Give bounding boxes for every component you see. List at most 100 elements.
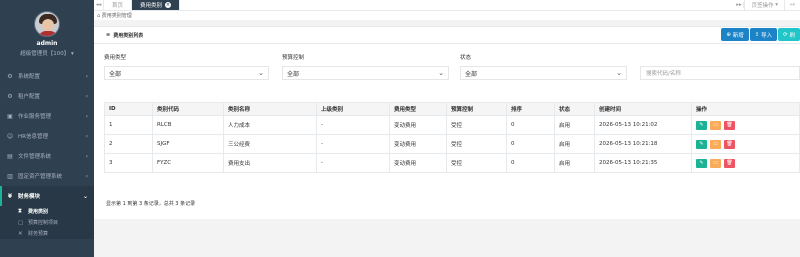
delete-button[interactable]: 🗑 [724,120,735,130]
col-sort[interactable]: 排序 [506,102,555,116]
sidebar-subitem-budget-control[interactable]: ▢ 预算控制项目 [0,217,94,228]
sidebar-subitem-financial-budget[interactable]: ✕ 财务预算 [0,228,94,239]
col-status[interactable]: 状态 [554,102,595,116]
add-button[interactable]: ⊕ 新增 [721,28,749,41]
page-ops-dropdown[interactable]: 页签操作 ▾ [744,0,784,10]
scissors-icon: ✕ [18,230,23,237]
gear-icon: ⚙ [7,72,13,80]
chevron-down-icon: ⌄ [258,69,264,77]
delete-button[interactable]: 🗑 [724,139,735,149]
expense-type-select[interactable]: 全部 ⌄ [104,66,269,80]
col-name[interactable]: 类别名称 [223,102,317,116]
list-panel: ≡ 费用类别列表 ⊕ 新增 ⇪ 导入 ⟳ 刷 费用类型 全部 ⌄ 预算控制 全部 ⌄… [94,26,800,219]
hourglass-icon: ⧗ [18,208,22,214]
lock-icon: ▭ [713,160,718,166]
trash-icon: 🗑 [726,160,733,166]
table-row: 3 FYZC 费用支出 - 变动费用 受控 0 启用 2026-05-13 10… [104,153,800,173]
cell-actions: ✎ ▭ 🗑 [691,134,800,154]
cell-id: 3 [104,153,153,173]
user-role[interactable]: 超级管理员【100】 ▾ [0,49,94,57]
expense-category-table: ID 类别代码 类别名称 上级类别 费用类型 预算控制 排序 状态 创建时间 操… [104,102,800,173]
col-code[interactable]: 类别代码 [152,102,224,116]
sidebar-item-hr[interactable]: ☺ HR信息管理 ‹ [0,126,94,146]
cell-expense-type: 变动费用 [389,115,447,135]
chevron-down-icon: ⌄ [82,192,88,200]
sidebar-item-tenant-config[interactable]: ⚙ 租户配置 ‹ [0,86,94,106]
table-row: 1 RLCB 人力成本 - 变动费用 受控 0 启用 2026-05-13 10… [104,115,800,135]
edit-button[interactable]: ✎ [696,120,707,130]
col-created[interactable]: 创建时间 [594,102,692,116]
delete-button[interactable]: 🗑 [724,158,735,168]
panel-title: 费用类别列表 [113,32,144,39]
toggle-button[interactable]: ▭ [710,158,721,168]
cell-code: FYZC [152,153,224,173]
tab-home[interactable]: 首页 [104,0,133,10]
cell-budget-control: 受控 [446,134,507,154]
user-name[interactable]: admin [0,40,94,47]
user-profile: admin 超级管理员【100】 ▾ [0,0,94,66]
pagination-summary: 显示第 1 到第 3 条记录，总共 3 条记录 [106,201,196,207]
breadcrumb: ⌂ 费用类别管理 [94,11,800,20]
import-button[interactable]: ⇪ 导入 [749,28,778,41]
cell-actions: ✎ ▭ 🗑 [691,115,800,135]
chevron-left-icon: ‹ [85,72,88,80]
cell-actions: ✎ ▭ 🗑 [691,153,800,173]
tab-expense-category[interactable]: 费用类别 × [132,0,181,10]
trash-icon: 🗑 [726,122,733,128]
cell-name: 三公经费 [223,134,317,154]
expense-type-label: 费用类型 [104,55,127,61]
chevron-down-icon: ⌄ [616,69,622,77]
close-icon[interactable]: × [165,2,172,8]
chevron-left-icon: ‹ [85,132,88,140]
cell-sort: 0 [506,153,555,173]
gear-icon: ⚙ [7,92,13,100]
forward-icon[interactable]: ↦ [784,0,800,10]
cell-budget-control: 受控 [446,115,507,135]
chevron-left-icon: ‹ [85,152,88,160]
finance-submenu: ⧗ 费用类别 ▢ 预算控制项目 ✕ 财务预算 [0,206,94,239]
search-input[interactable]: 搜索代码/名称 [640,66,800,80]
col-expense-type[interactable]: 费用类型 [389,102,447,116]
chevron-left-icon: ‹ [85,112,88,120]
cell-created: 2026-05-13 10:21:35 [594,153,692,173]
tab-scroll-left-button[interactable]: ◂◂ [94,0,104,10]
sidebar-item-system-config[interactable]: ⚙ 系统配置 ‹ [0,66,94,86]
table-header-row: ID 类别代码 类别名称 上级类别 费用类型 预算控制 排序 状态 创建时间 操… [104,102,800,116]
cell-code: RLCB [152,115,224,135]
cell-parent: - [316,134,390,154]
panel-actions: ⊕ 新增 ⇪ 导入 ⟳ 刷 [721,28,800,41]
sidebar-item-fixed-assets[interactable]: ▥ 固定资产管理系统 ‹ [0,166,94,186]
cell-id: 2 [104,134,153,154]
edit-button[interactable]: ✎ [696,158,707,168]
status-select[interactable]: 全部 ⌄ [460,66,627,80]
folder-icon: ▤ [7,152,13,160]
list-icon: ≡ [106,32,111,38]
col-parent[interactable]: 上级类别 [316,102,390,116]
chevron-left-icon: ‹ [85,92,88,100]
sidebar-item-finance[interactable]: ¥ 财务模块 ⌄ [0,186,94,206]
edit-button[interactable]: ✎ [696,139,707,149]
sidebar-subitem-expense-category[interactable]: ⧗ 费用类别 [0,206,94,217]
sidebar-item-file-system[interactable]: ▤ 文件管理系统 ‹ [0,146,94,166]
status-label: 状态 [460,55,472,61]
sidebar-item-job-service[interactable]: ▣ 作业服务管理 ‹ [0,106,94,126]
chevron-left-icon: ‹ [85,172,88,180]
col-budget-control[interactable]: 预算控制 [446,102,507,116]
toggle-button[interactable]: ▭ [710,139,721,149]
filter-bar: 费用类型 全部 ⌄ 预算控制 全部 ⌄ 状态 全部 ⌄ 搜索代码/名称 [104,53,800,83]
avatar[interactable] [34,11,60,37]
tab-scroll-right-button[interactable]: ▸▸ [734,2,745,8]
pencil-icon: ✎ [699,122,704,128]
cell-status: 启用 [554,115,595,135]
cell-sort: 0 [506,134,555,154]
table-row: 2 SJGF 三公经费 - 变动费用 受控 0 启用 2026-05-13 10… [104,134,800,154]
lock-icon: ▭ [713,141,718,147]
toggle-button[interactable]: ▭ [710,120,721,130]
refresh-button[interactable]: ⟳ 刷 [778,28,800,41]
cell-status: 启用 [554,134,595,154]
panel-header: ≡ 费用类别列表 [94,27,800,44]
budget-control-select[interactable]: 全部 ⌄ [282,66,449,80]
cell-budget-control: 受控 [446,153,507,173]
col-id[interactable]: ID [104,102,153,116]
cell-name: 人力成本 [223,115,317,135]
